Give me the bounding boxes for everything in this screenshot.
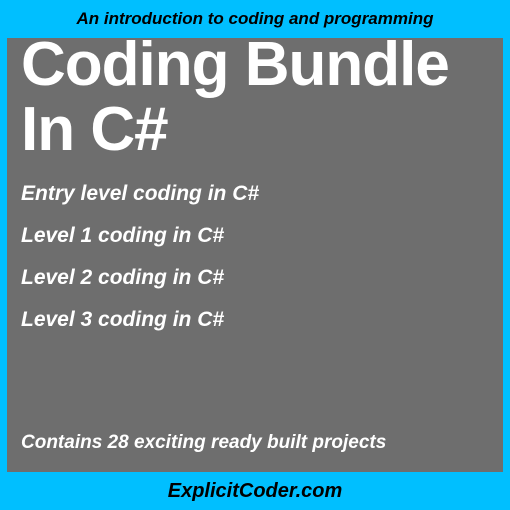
top-banner-text: An introduction to coding and programmin… (77, 9, 434, 29)
level-item: Level 2 coding in C# (21, 266, 489, 290)
level-item: Entry level coding in C# (21, 182, 489, 206)
level-item: Level 1 coding in C# (21, 224, 489, 248)
bottom-banner: ExplicitCoder.com (0, 472, 510, 510)
projects-line: Contains 28 exciting ready built project… (21, 432, 386, 454)
bottom-banner-text: ExplicitCoder.com (168, 480, 343, 503)
levels-list: Entry level coding in C# Level 1 coding … (21, 182, 489, 332)
main-title: Coding Bundle In C# (21, 32, 489, 162)
main-panel: Coding Bundle In C# Entry level coding i… (7, 38, 503, 472)
level-item: Level 3 coding in C# (21, 308, 489, 332)
